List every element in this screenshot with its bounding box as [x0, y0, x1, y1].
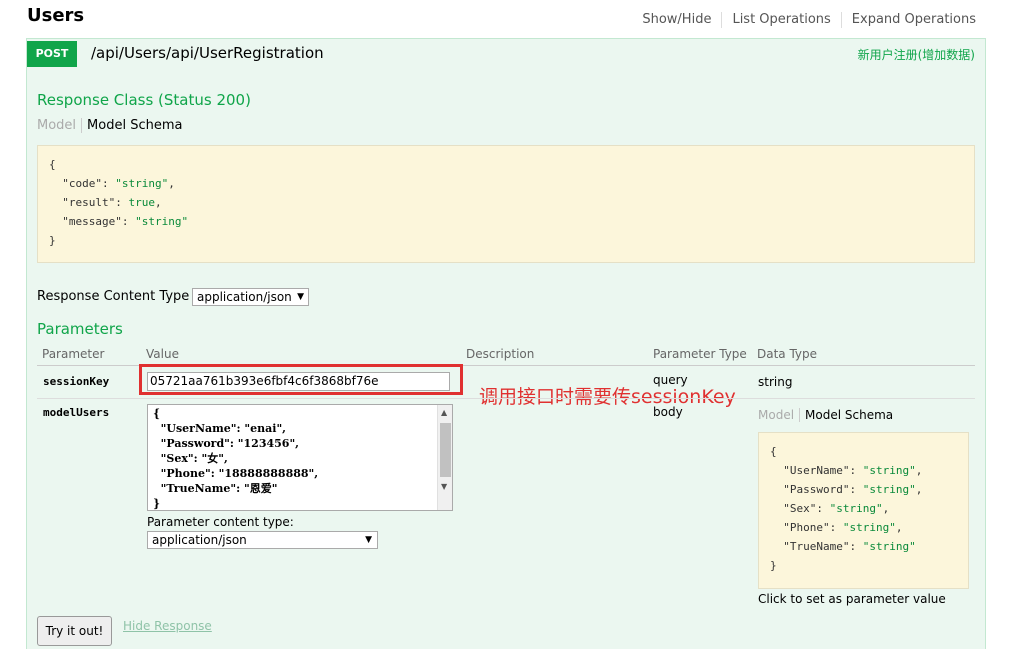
- schema-line: "message": "string": [62, 215, 189, 228]
- modelusers-schema-box[interactable]: { "UserName": "string", "Password": "str…: [758, 432, 969, 589]
- schema-line: }: [770, 559, 777, 572]
- body-line: "Sex": "女",: [153, 452, 228, 465]
- tab-model[interactable]: Model: [758, 408, 801, 422]
- schema-line: {: [770, 445, 777, 458]
- body-line: "UserName": "enai",: [153, 422, 287, 435]
- response-model-tabs: Model Model Schema: [37, 118, 182, 133]
- col-data-type: Data Type: [757, 347, 818, 361]
- tab-model-schema[interactable]: Model Schema: [800, 408, 893, 422]
- schema-line: "TrueName": "string": [783, 540, 916, 553]
- click-to-set-hint: Click to set as parameter value: [758, 592, 946, 606]
- col-parameter: Parameter: [42, 347, 105, 361]
- param-content-type-label: Parameter content type:: [147, 515, 294, 529]
- parameters-heading: Parameters: [37, 320, 123, 338]
- col-description: Description: [466, 347, 535, 361]
- param-name-modelusers: modelUsers: [43, 406, 110, 419]
- col-parameter-type: Parameter Type: [653, 347, 747, 361]
- response-schema-box: { "code": "string", "result": true, "mes…: [37, 145, 975, 263]
- data-type-model-tabs: Model Model Schema: [758, 408, 893, 422]
- param-content-type-select[interactable]: application/json ▼: [147, 531, 378, 549]
- body-line: {: [153, 407, 161, 420]
- modelusers-param-type: body: [653, 405, 683, 419]
- param-content-type-value: application/json: [152, 533, 247, 547]
- list-operations-link[interactable]: List Operations: [722, 12, 842, 28]
- dropdown-arrow-icon: ▼: [365, 535, 372, 545]
- schema-line: "Password": "string",: [783, 483, 923, 496]
- scroll-down-icon[interactable]: ▼: [441, 481, 447, 491]
- http-method-badge[interactable]: POST: [27, 41, 77, 67]
- parameters-table-header: Parameter Value Description Parameter Ty…: [37, 346, 975, 366]
- operation-summary[interactable]: 新用户注册(增加数据): [858, 46, 975, 63]
- scroll-up-icon[interactable]: ▲: [441, 407, 447, 417]
- row-divider: [37, 398, 975, 399]
- response-content-type-label: Response Content Type: [37, 289, 190, 304]
- col-value: Value: [146, 347, 179, 361]
- resource-title[interactable]: Users: [27, 5, 84, 26]
- body-line: "TrueName": "恩爱": [153, 482, 278, 495]
- operation-panel: POST /api/Users/api/UserRegistration 新用户…: [26, 38, 986, 649]
- try-it-out-button[interactable]: Try it out!: [37, 616, 112, 646]
- operation-header[interactable]: POST /api/Users/api/UserRegistration 新用户…: [27, 39, 985, 67]
- show-hide-link[interactable]: Show/Hide: [632, 12, 723, 28]
- schema-line: }: [49, 234, 56, 247]
- response-class-heading: Response Class (Status 200): [37, 91, 251, 109]
- tab-model-schema[interactable]: Model Schema: [82, 118, 182, 133]
- response-content-type-select[interactable]: application/json ▼: [192, 288, 309, 306]
- sessionkey-data-type: string: [758, 375, 793, 389]
- schema-line: "UserName": "string",: [783, 464, 923, 477]
- hide-response-link[interactable]: Hide Response: [123, 619, 212, 633]
- sessionkey-param-type: query: [653, 373, 688, 387]
- schema-line: "code": "string",: [62, 177, 175, 190]
- body-line: "Password": "123456",: [153, 437, 300, 450]
- expand-operations-link[interactable]: Expand Operations: [842, 12, 976, 28]
- scroll-thumb[interactable]: [440, 423, 451, 477]
- param-name-sessionkey: sessionKey: [43, 375, 110, 388]
- textarea-scrollbar[interactable]: ▲ ▼: [437, 405, 452, 510]
- schema-line: "result": true,: [62, 196, 162, 209]
- dropdown-arrow-icon: ▼: [297, 292, 304, 302]
- annotation-text: 调用接口时需要传sessionKey: [479, 386, 736, 408]
- resource-actions: Show/Hide List Operations Expand Operati…: [632, 12, 976, 28]
- modelusers-textarea[interactable]: { "UserName": "enai", "Password": "12345…: [147, 404, 453, 511]
- tab-model[interactable]: Model: [37, 118, 83, 133]
- body-line: }: [153, 497, 161, 510]
- body-line: "Phone": "18888888888",: [153, 467, 319, 480]
- annotation-highlight-box: [139, 364, 463, 395]
- schema-line: {: [49, 158, 56, 171]
- schema-line: "Sex": "string",: [783, 502, 890, 515]
- response-content-type-value: application/json: [197, 290, 292, 304]
- schema-line: "Phone": "string",: [783, 521, 903, 534]
- operation-path[interactable]: /api/Users/api/UserRegistration: [91, 44, 324, 62]
